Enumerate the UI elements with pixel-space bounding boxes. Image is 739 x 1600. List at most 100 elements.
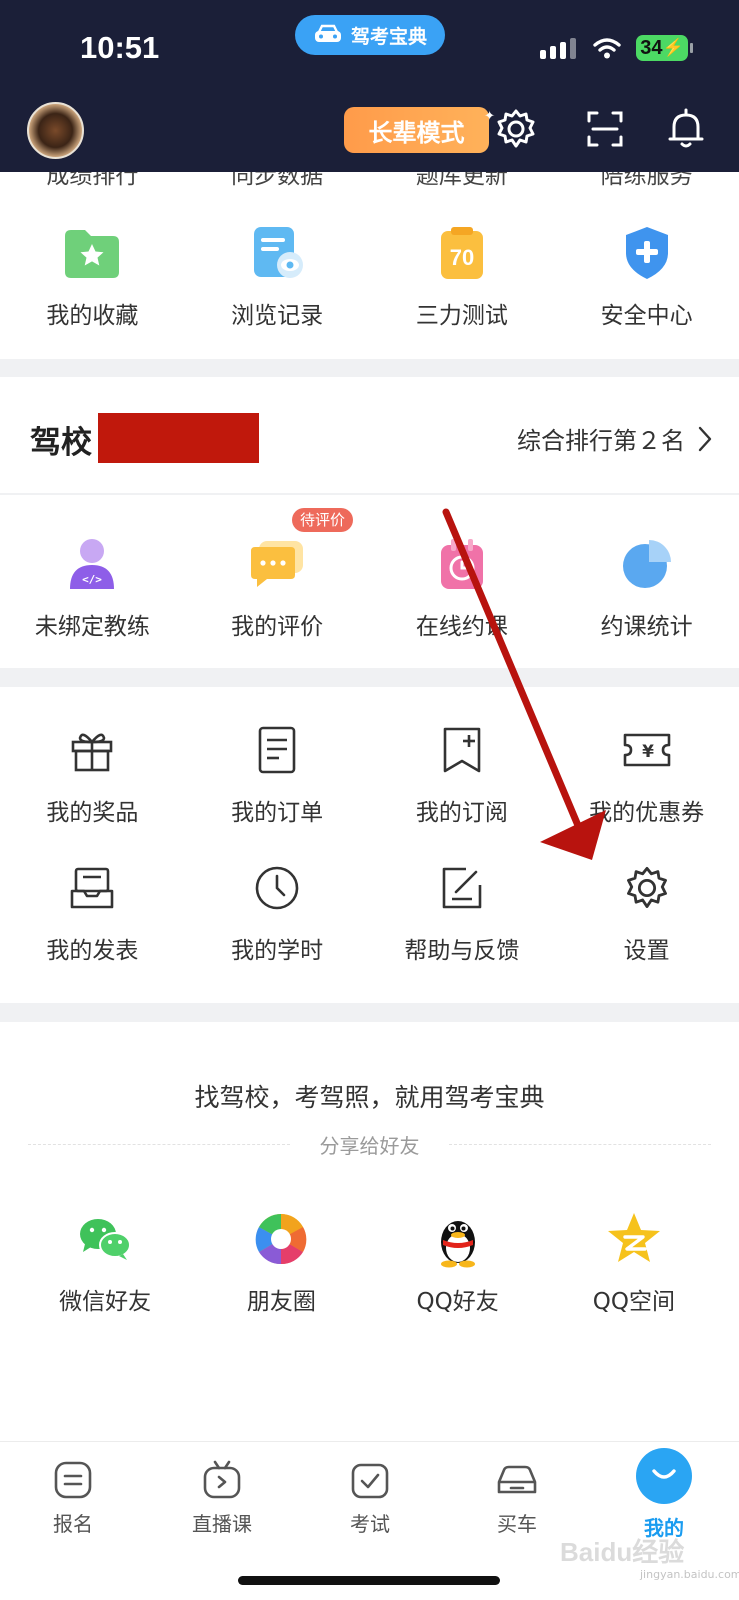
- watermark: Baidu经验: [560, 1537, 685, 1567]
- service-label: 我的学时: [231, 938, 324, 964]
- tool-label: 浏览记录: [231, 303, 324, 329]
- qzone-icon: [607, 1213, 660, 1262]
- school-item-label: 未绑定教练: [34, 614, 150, 640]
- cut-label[interactable]: 题库更新: [370, 172, 555, 190]
- services-card: 我的奖品 我的订单 我的订阅 ¥ 我的优惠券 我的发表 我的学时 帮助与反馈 设…: [0, 687, 739, 1003]
- tool-label: 三力测试: [415, 303, 508, 329]
- tool-safety-center[interactable]: 安全中心: [554, 224, 739, 330]
- settings-icon[interactable]: [494, 107, 538, 151]
- settings-gear-icon: [626, 866, 667, 908]
- service-label: 帮助与反馈: [404, 938, 520, 964]
- calendar-clock-icon: [440, 539, 483, 589]
- elder-mode-button[interactable]: 长辈模式 ✦: [344, 107, 495, 153]
- tool-favorites[interactable]: 我的收藏: [0, 224, 185, 330]
- service-label: 我的奖品: [46, 800, 139, 826]
- battery-level: 34: [640, 36, 663, 59]
- tool-label: 我的收藏: [46, 303, 139, 329]
- moments-icon: [256, 1213, 307, 1265]
- tab-live-course[interactable]: 直播课: [167, 1460, 277, 1537]
- live-tv-icon: [203, 1460, 241, 1499]
- tab-label: 直播课: [192, 1512, 252, 1536]
- share-qq[interactable]: QQ好友: [370, 1210, 546, 1316]
- service-study-hours[interactable]: 我的学时: [185, 859, 370, 965]
- service-label: 我的优惠券: [589, 800, 705, 826]
- service-settings[interactable]: 设置: [554, 859, 739, 965]
- tool-label: 安全中心: [600, 303, 693, 329]
- service-subscriptions[interactable]: 我的订阅: [370, 721, 555, 827]
- folder-star-icon: [65, 230, 120, 278]
- driving-school-card: 驾校 综合排行第２名: [0, 377, 739, 493]
- school-item-label: 我的评价: [231, 614, 324, 640]
- share-label: 微信好友: [59, 1289, 152, 1315]
- cut-off-row: 成绩排行 同步数据 题库更新 陪练服务: [0, 172, 739, 190]
- share-qzone[interactable]: QQ空间: [546, 1210, 722, 1316]
- wechat-icon: [80, 1219, 132, 1260]
- share-label: QQ好友: [416, 1289, 499, 1315]
- score-70-icon: 70: [440, 227, 483, 279]
- order-icon: [258, 726, 296, 774]
- tab-me[interactable]: 我的: [609, 1448, 719, 1541]
- elder-mode-label: 长辈模式: [368, 118, 465, 147]
- watermark-sub: jingyan.baidu.com: [640, 1568, 739, 1581]
- redacted-school-name: [98, 413, 259, 463]
- qq-icon: [440, 1221, 475, 1268]
- avatar[interactable]: [27, 102, 84, 159]
- me-icon: [636, 1448, 692, 1504]
- app-indicator-pill[interactable]: 驾考宝典: [295, 15, 445, 55]
- school-rank: 综合排行第２名: [517, 427, 685, 455]
- share-subtitle: 分享给好友: [319, 1134, 420, 1158]
- school-actions-card: 待评价 </> 未绑定教练 我的评价 在线约课 约课统计: [0, 495, 739, 668]
- tab-label: 报名: [53, 1512, 93, 1536]
- chevron-right-icon: [698, 426, 712, 451]
- cut-label[interactable]: 同步数据: [185, 172, 370, 190]
- school-my-review[interactable]: 我的评价: [185, 535, 370, 641]
- school-rank-link[interactable]: 综合排行第２名: [517, 421, 713, 456]
- share-label: QQ空间: [592, 1289, 675, 1315]
- wifi-icon: [593, 38, 621, 59]
- school-coach[interactable]: </> 未绑定教练: [0, 535, 185, 641]
- cut-label[interactable]: 陪练服务: [554, 172, 739, 190]
- home-indicator[interactable]: [238, 1576, 500, 1585]
- charging-bolt-icon: ⚡: [662, 38, 684, 57]
- cellular-signal-icon: [540, 38, 576, 59]
- comment-icon: [251, 541, 304, 587]
- service-coupons[interactable]: ¥ 我的优惠券: [554, 721, 739, 827]
- share-moments[interactable]: 朋友圈: [193, 1210, 369, 1316]
- clock-icon: [255, 866, 299, 910]
- service-label: 我的订阅: [415, 800, 508, 826]
- top-header: 10:51 驾考宝典 34 ⚡ 长辈模式 ✦: [0, 0, 739, 172]
- svg-text:</>: </>: [82, 573, 102, 586]
- service-prizes[interactable]: 我的奖品: [0, 721, 185, 827]
- tab-label: 买车: [497, 1512, 537, 1536]
- school-online-booking[interactable]: 在线约课: [370, 535, 555, 641]
- service-posts[interactable]: 我的发表: [0, 859, 185, 965]
- pie-chart-icon: [622, 540, 671, 588]
- service-label: 我的发表: [46, 938, 139, 964]
- tools-card: 成绩排行 同步数据 题库更新 陪练服务 我的收藏 浏览记录 70 三力测试 安全…: [0, 172, 739, 359]
- tool-three-ability-test[interactable]: 70 三力测试: [370, 224, 555, 330]
- school-booking-stats[interactable]: 约课统计: [554, 535, 739, 641]
- share-slogan: 找驾校，考驾照，就用驾考宝典: [194, 1083, 545, 1112]
- svg-text:¥: ¥: [642, 742, 654, 762]
- share-label: 朋友圈: [246, 1289, 316, 1315]
- status-time: 10:51: [80, 30, 160, 65]
- tab-signup[interactable]: 报名: [18, 1460, 128, 1537]
- signup-icon: [54, 1461, 92, 1499]
- share-divider: 分享给好友: [28, 1130, 711, 1160]
- tab-label: 考试: [350, 1512, 390, 1536]
- scan-icon[interactable]: [583, 107, 627, 151]
- cut-label[interactable]: 成绩排行: [0, 172, 185, 190]
- tab-buy-car[interactable]: 买车: [462, 1460, 572, 1537]
- share-wechat[interactable]: 微信好友: [17, 1210, 193, 1316]
- score-value: 70: [450, 245, 474, 270]
- pending-review-badge: 待评价: [292, 508, 354, 532]
- tool-history[interactable]: 浏览记录: [185, 224, 370, 330]
- service-orders[interactable]: 我的订单: [185, 721, 370, 827]
- service-label: 设置: [623, 938, 670, 964]
- school-item-label: 约课统计: [600, 614, 693, 640]
- school-item-label: 在线约课: [415, 614, 508, 640]
- inbox-icon: [71, 867, 114, 909]
- service-help-feedback[interactable]: 帮助与反馈: [370, 859, 555, 965]
- bell-icon[interactable]: [664, 107, 708, 151]
- tab-exam[interactable]: 考试: [315, 1460, 425, 1537]
